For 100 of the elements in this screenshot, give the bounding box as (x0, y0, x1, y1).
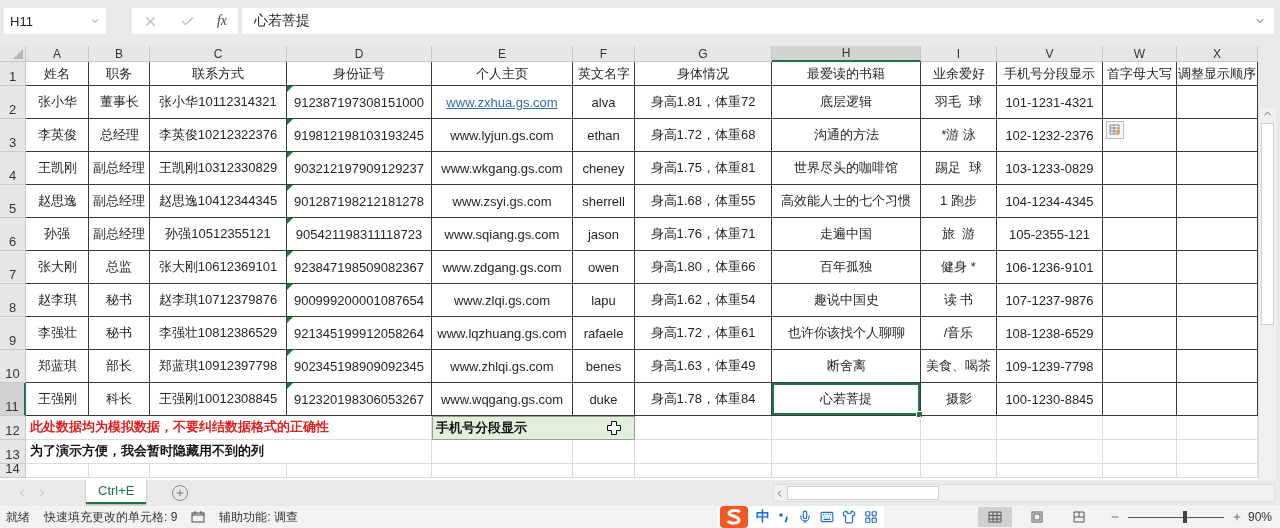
table-cell: 王强刚10012308845 (150, 383, 287, 416)
column-title-cell: 姓名 (26, 62, 89, 86)
table-cell: 李强壮 (26, 317, 89, 350)
scrollbar-thumb[interactable] (1261, 123, 1274, 325)
microphone-icon[interactable] (797, 510, 812, 524)
row-header[interactable]: 3 (0, 119, 26, 152)
table-cell: 董事长 (89, 86, 150, 119)
table-cell: 部长 (89, 350, 150, 383)
table-cell: lapu (573, 284, 635, 317)
table-cell: 905421198311118723 (287, 218, 432, 251)
table-cell: *游 泳 (921, 119, 997, 152)
table-cell: www.zhlqi.gs.com (432, 350, 573, 383)
shirt-icon[interactable] (841, 510, 856, 524)
table-cell: 心若菩提 (772, 383, 921, 416)
table-cell: 106-1236-9101 (997, 251, 1103, 284)
column-header[interactable]: H (772, 46, 921, 62)
row-header[interactable]: 1 (0, 62, 26, 86)
table-cell: 郑蓝琪 (26, 350, 89, 383)
table-cell: 秘书 (89, 317, 150, 350)
row-header[interactable]: 12 (0, 416, 26, 440)
table-cell: 107-1237-9876 (997, 284, 1103, 317)
keyboard-icon[interactable] (819, 510, 834, 524)
table-cell: 身高1.72，体重61 (635, 317, 772, 350)
grid-icon[interactable] (863, 510, 878, 524)
ime-logo-icon[interactable] (719, 506, 748, 528)
column-header[interactable]: B (89, 46, 150, 62)
table-cell: 身高1.75，体重81 (635, 152, 772, 185)
row-header[interactable]: 7 (0, 251, 26, 284)
column-title-cell: 业余爱好 (921, 62, 997, 86)
plus-icon (175, 488, 186, 498)
table-cell: www.lqzhuang.gs.com (432, 317, 573, 350)
table-cell: 李英俊10212322376 (150, 119, 287, 152)
row-header[interactable]: 2 (0, 86, 26, 119)
empty-cell (573, 464, 635, 478)
flash-fill-options-icon[interactable] (1106, 121, 1124, 139)
row-header[interactable]: 10 (0, 350, 26, 383)
row-header[interactable]: 5 (0, 185, 26, 218)
column-header[interactable]: F (573, 46, 635, 62)
column-header[interactable]: A (26, 46, 89, 62)
column-title-cell: 职务 (89, 62, 150, 86)
table-cell: 百年孤独 (772, 251, 921, 284)
table-cell: 王凯刚 (26, 152, 89, 185)
column-title-cell: 手机号分段显示 (997, 62, 1103, 86)
table-cell: 张大刚10612369101 (150, 251, 287, 284)
table-cell: 身高1.63，体重49 (635, 350, 772, 383)
table-cell: 912320198306053267 (287, 383, 432, 416)
table-cell: 张小华10112314321 (150, 86, 287, 119)
table-cell: sherrell (573, 185, 635, 218)
column-title-cell: 身份证号 (287, 62, 432, 86)
table-cell: rafaele (573, 317, 635, 350)
link[interactable]: www.zxhua.gs.com (446, 94, 558, 110)
row-header[interactable]: 8 (0, 284, 26, 317)
column-header[interactable]: D (287, 46, 432, 62)
table-cell: 副总经理 (89, 185, 150, 218)
zoom-thumb[interactable] (1182, 511, 1187, 523)
note-text: 此处数据均为模拟数据，不要纠结数据格式的正确性 (30, 419, 329, 436)
table-cell: /音乐 (921, 317, 997, 350)
table-cell: www.wkgang.gs.com (432, 152, 573, 185)
table-cell: 身高1.78，体重84 (635, 383, 772, 416)
table-cell: 109-1239-7798 (997, 350, 1103, 383)
column-header[interactable]: E (432, 46, 573, 62)
formula-field[interactable]: 心若菩提 (242, 8, 1274, 34)
table-cell: 王强刚 (26, 383, 89, 416)
column-header[interactable]: I (921, 46, 997, 62)
table-cell: 103-1233-0829 (997, 152, 1103, 185)
view-button[interactable] (977, 507, 1012, 527)
insert-function-button[interactable]: fx (216, 13, 227, 29)
name-box[interactable]: H11 (4, 8, 106, 34)
table-cell: 108-1238-6529 (997, 317, 1103, 350)
select-all-icon[interactable] (13, 49, 23, 59)
row-header[interactable]: 4 (0, 152, 26, 185)
row-header[interactable]: 9 (0, 317, 26, 350)
row-header[interactable]: 14 (0, 464, 26, 478)
column-header[interactable]: C (150, 46, 287, 62)
scrollbar-thumb[interactable] (787, 486, 939, 500)
column-header[interactable]: G (635, 46, 772, 62)
sheet-tab[interactable]: Ctrl+E (86, 478, 147, 504)
table-cell: 赵李琪10712379876 (150, 284, 287, 317)
calendar-icon (191, 511, 206, 523)
table-cell: 100-1230-8845 (997, 383, 1103, 416)
column-header[interactable]: X (1177, 46, 1258, 62)
ime-mode-text[interactable]: 中 (755, 508, 770, 526)
table-cell: 孙强 (26, 218, 89, 251)
cross-cursor-icon (606, 420, 622, 436)
table-cell: 羽毛 球 (921, 86, 997, 119)
row-header[interactable]: 6 (0, 218, 26, 251)
row-header[interactable]: 11 (0, 383, 26, 416)
column-header[interactable]: W (1103, 46, 1177, 62)
fill-handle[interactable] (916, 411, 923, 418)
table-cell: 郑蓝琪10912397798 (150, 350, 287, 383)
zoom-in-icon[interactable] (1231, 512, 1242, 522)
zoom-level: 90% (1247, 510, 1272, 524)
row-header[interactable]: 13 (0, 440, 26, 464)
punctuation-icon[interactable] (777, 511, 790, 523)
ready-status: 就绪 (6, 508, 30, 526)
column-header[interactable]: V (997, 46, 1103, 62)
table-cell: 趣说中国史 (772, 284, 921, 317)
accessibility-status[interactable]: 辅助功能: 调查 (219, 508, 298, 526)
table-cell: owen (573, 251, 635, 284)
column-title-cell: 调整显示顺序 (1177, 62, 1258, 86)
